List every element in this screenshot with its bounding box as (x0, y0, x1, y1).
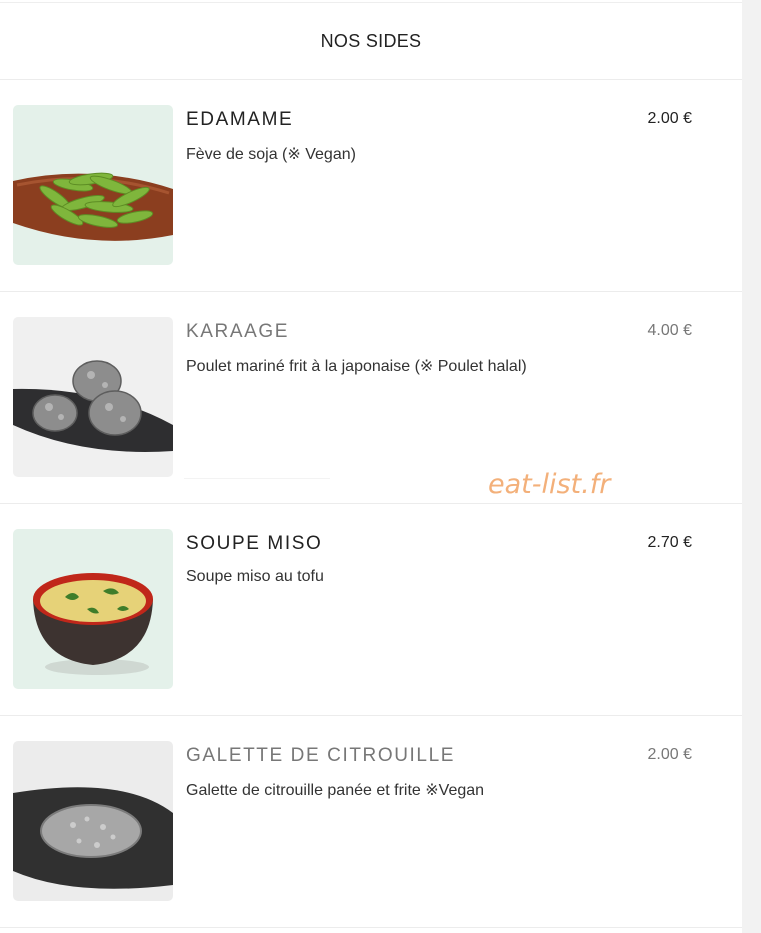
menu-panel: NOS SIDES EDAMAME Fève de soja (※ Vegan)… (0, 0, 742, 933)
menu-item-karaage[interactable]: KARAAGE Poulet mariné frit à la japonais… (0, 292, 742, 504)
section-title: NOS SIDES (320, 30, 422, 51)
item-name: SOUPE MISO (186, 533, 323, 554)
edamame-image[interactable] (13, 105, 173, 265)
item-price: 2.00 € (647, 110, 692, 127)
karaage-image[interactable] (13, 317, 173, 477)
pumpkin-galette-image[interactable] (13, 741, 173, 901)
pumpkin-galette-illustration (13, 741, 173, 901)
item-description: Fève de soja (※ Vegan) (186, 146, 356, 163)
item-description: Poulet mariné frit à la japonaise (※ Pou… (186, 358, 527, 375)
faint-divider (184, 478, 330, 479)
menu-item-galette-de-citrouille[interactable]: GALETTE DE CITROUILLE Galette de citroui… (0, 716, 742, 928)
miso-soup-illustration (13, 529, 173, 689)
item-price: 2.00 € (647, 746, 692, 763)
edamame-illustration (13, 105, 173, 265)
watermark: eat-list.fr (488, 469, 611, 500)
menu-item-edamame[interactable]: EDAMAME Fève de soja (※ Vegan) 2.00 € (0, 80, 742, 292)
menu-item-soupe-miso[interactable]: SOUPE MISO Soupe miso au tofu 2.70 € (0, 504, 742, 716)
item-price: 2.70 € (647, 534, 692, 551)
section-header: NOS SIDES (0, 3, 742, 80)
miso-soup-image[interactable] (13, 529, 173, 689)
item-name: KARAAGE (186, 321, 290, 342)
item-description: Galette de citrouille panée et frite ※Ve… (186, 782, 485, 799)
item-description: Soupe miso au tofu (186, 568, 324, 585)
scrollbar-track[interactable] (742, 0, 761, 933)
item-price: 4.00 € (647, 322, 692, 339)
karaage-illustration (13, 317, 173, 477)
item-name: EDAMAME (186, 109, 294, 130)
item-name: GALETTE DE CITROUILLE (186, 745, 456, 766)
